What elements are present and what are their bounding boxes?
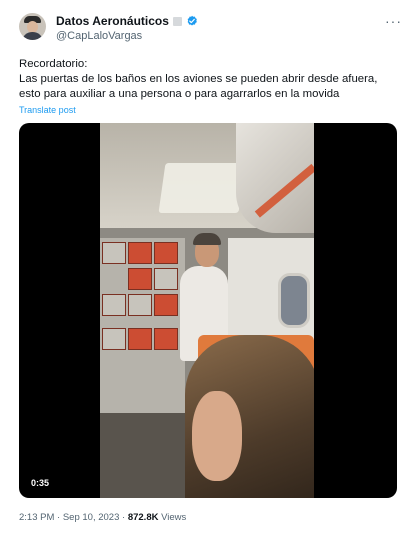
flag-icon <box>172 16 182 26</box>
tweet-date[interactable]: Sep 10, 2023 <box>63 512 120 523</box>
author-handle[interactable]: @CapLaloVargas <box>56 29 198 43</box>
views-label: Views <box>161 512 187 523</box>
tweet-text: Recordatorio: Las puertas de los baños e… <box>19 57 404 102</box>
video-duration-badge: 0:35 <box>27 476 54 490</box>
galley-carts <box>100 238 185 413</box>
tweet-text-line: Las puertas de los baños en los aviones … <box>19 73 378 85</box>
tweet-meta: 2:13 PM · Sep 10, 2023 · 872.8K Views <box>19 512 187 523</box>
tweet-text-line: esto para auxiliar a una persona o para … <box>19 88 340 100</box>
translate-post-link[interactable]: Translate post <box>19 105 76 115</box>
views-count[interactable]: 872.8K <box>128 512 159 523</box>
video-frame[interactable] <box>100 123 314 498</box>
verified-badge-icon <box>187 15 197 26</box>
author-display-name[interactable]: Datos Aeronáuticos <box>56 14 169 28</box>
author-info: Datos Aeronáuticos @CapLaloVargas <box>56 14 198 43</box>
tweet-text-line: Recordatorio: <box>19 58 88 70</box>
video-player[interactable]: 0:35 <box>19 123 397 498</box>
more-options-button[interactable]: ··· <box>385 13 402 29</box>
tweet-time[interactable]: 2:13 PM <box>19 512 54 523</box>
tweet-card: Datos Aeronáuticos @CapLaloVargas ··· Re… <box>0 0 420 534</box>
author-avatar[interactable] <box>19 13 46 40</box>
